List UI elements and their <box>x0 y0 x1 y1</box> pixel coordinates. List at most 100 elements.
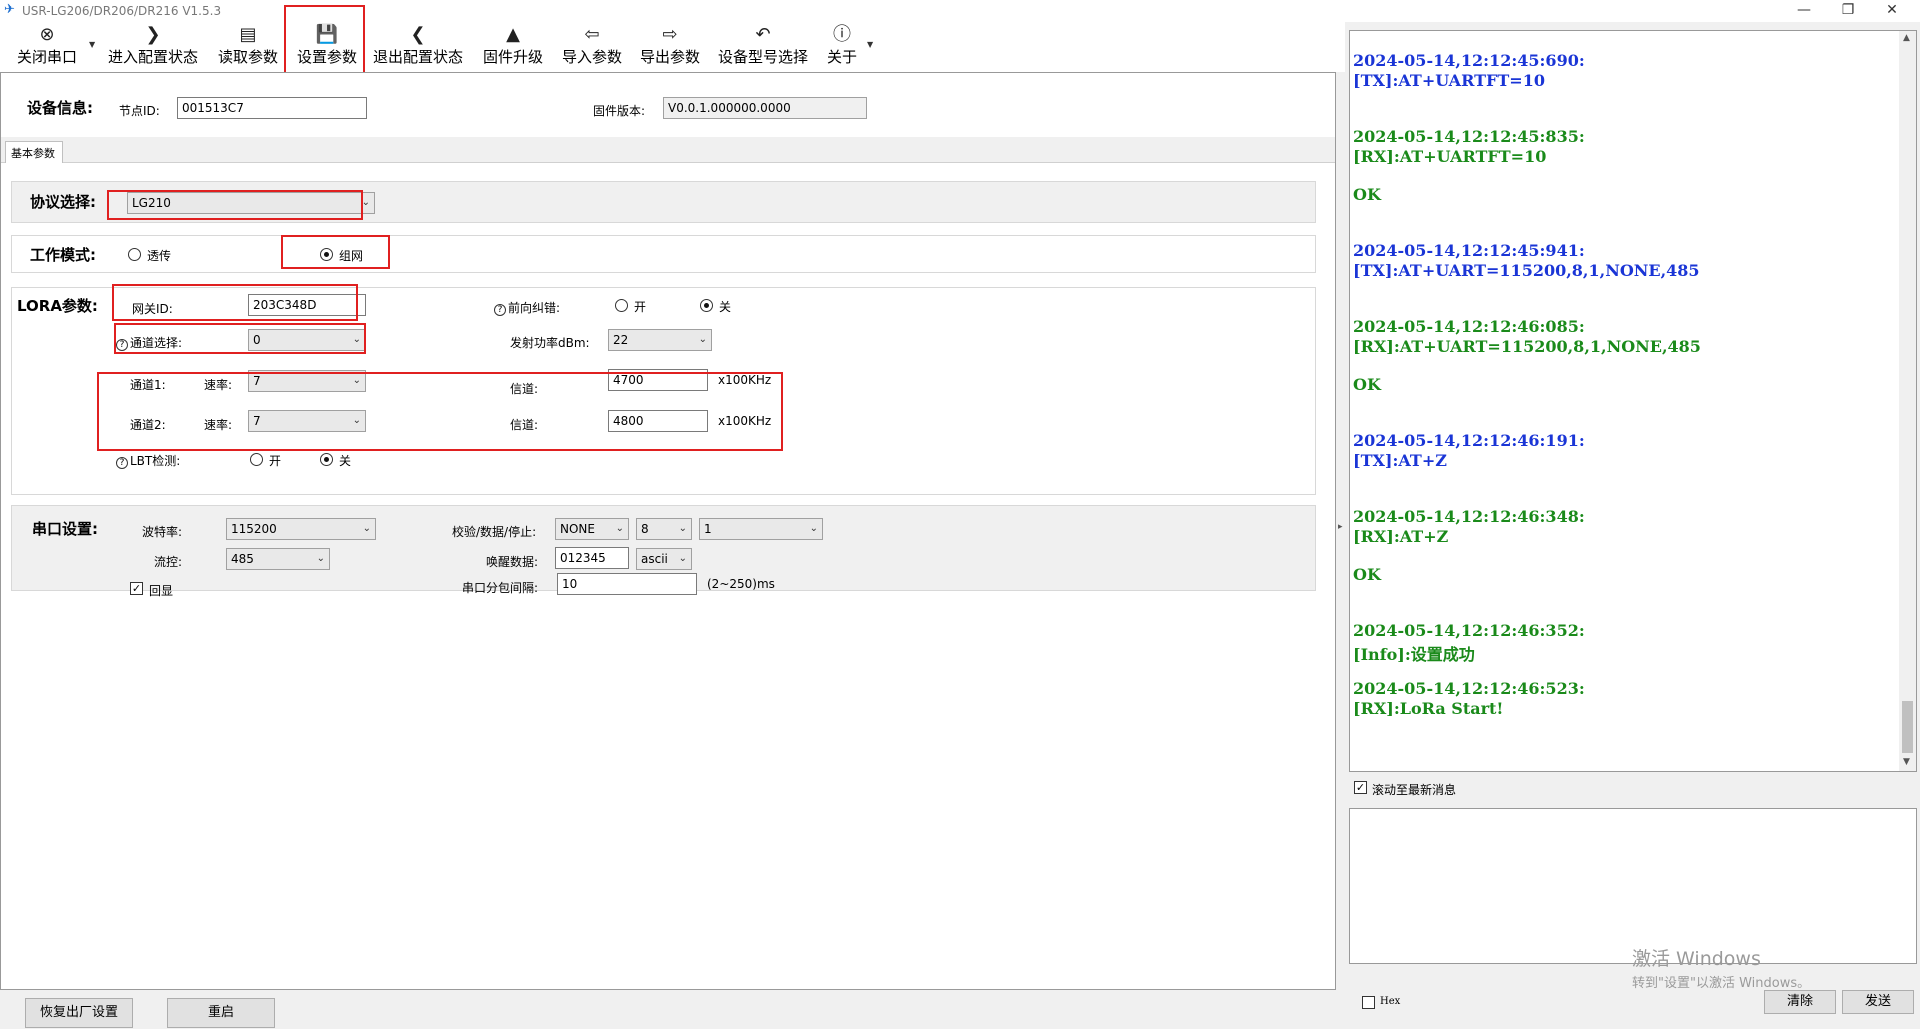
close-port-button[interactable]: ⊗ 关闭串口 <box>12 22 82 72</box>
exit-config-button[interactable]: ❮ 退出配置状态 <box>368 22 468 72</box>
serial-header: 串口设置: <box>32 520 98 538</box>
scroll-down-icon[interactable]: ▼ <box>1903 757 1910 767</box>
lbt-on-radio[interactable] <box>250 453 263 466</box>
close-button[interactable]: ✕ <box>1870 0 1914 22</box>
scroll-thumb[interactable] <box>1902 701 1913 753</box>
autoscroll-checkbox[interactable]: ✓ <box>1354 781 1367 794</box>
info-icon: ⓘ <box>833 24 851 45</box>
parity-select[interactable]: NONE ⌄ <box>555 518 629 540</box>
log-panel[interactable]: 2024-05-14,12:12:45:690: [TX]:AT+UARTFT=1… <box>1349 30 1917 772</box>
minimize-button[interactable]: — <box>1782 0 1826 22</box>
chevron-right-icon: ❯ <box>145 24 161 45</box>
log-line: [TX]:AT+Z <box>1353 451 1447 470</box>
wake-format-select[interactable]: ascii ⌄ <box>636 548 692 570</box>
log-line: [TX]:AT+UARTFT=10 <box>1353 71 1545 90</box>
device-model-button[interactable]: ↶ 设备型号选择 <box>713 22 813 72</box>
hex-label: Hex <box>1380 996 1401 1007</box>
stop-bits-select[interactable]: 1 ⌄ <box>699 518 823 540</box>
hex-checkbox[interactable] <box>1362 996 1375 1009</box>
restore-button[interactable]: ❐ <box>1826 0 1870 22</box>
log-line: OK <box>1353 375 1381 394</box>
rocket-icon: ▲ <box>506 24 520 45</box>
activation-watermark-text: 转到"设置"以激活 Windows。 <box>1632 976 1811 991</box>
splitter-arrow-icon: ▸ <box>1338 522 1343 532</box>
log-line: 2024-05-14,12:12:46:352: <box>1353 621 1585 640</box>
firmware-upgrade-button[interactable]: ▲ 固件升级 <box>478 22 548 72</box>
log-line: 2024-05-14,12:12:45:835: <box>1353 127 1585 146</box>
log-line: [RX]:AT+UART=115200,8,1,NONE,485 <box>1353 337 1701 356</box>
log-line: 2024-05-14,12:12:46:191: <box>1353 431 1585 450</box>
fec-on-radio[interactable] <box>615 299 628 312</box>
log-line: 2024-05-14,12:12:46:085: <box>1353 317 1585 336</box>
packet-interval-label: 串口分包间隔: <box>462 581 539 595</box>
packet-range-label: (2~250)ms <box>707 577 775 591</box>
node-id-label: 节点ID: <box>119 104 160 118</box>
document-search-icon: ▤ <box>239 24 257 45</box>
work-mode-group: 工作模式: 透传 组网 <box>11 235 1316 273</box>
fw-version-label: 固件版本: <box>593 104 646 118</box>
toolbar: ⊗ 关闭串口 ▼ ❯ 进入配置状态 ▤ 读取参数 💾 设置参数 ❮ 退出配置状态… <box>0 22 1345 72</box>
help-icon[interactable]: ? <box>116 457 128 469</box>
splitter[interactable]: ▸ <box>1336 72 1348 990</box>
tab-basic-params[interactable]: 基本参数 <box>5 141 63 163</box>
log-line: 2024-05-14,12:12:45:690: <box>1353 51 1585 70</box>
chevron-down-icon: ⌄ <box>678 523 687 534</box>
activation-watermark-title: 激活 Windows <box>1632 948 1761 970</box>
fec-label: ? 前向纠错: <box>494 299 560 316</box>
data-bits-select[interactable]: 8 ⌄ <box>636 518 692 540</box>
fec-off-label: 关 <box>719 300 732 314</box>
window-title: USR-LG206/DR206/DR216 V1.5.3 <box>22 4 222 18</box>
fec-off-radio[interactable] <box>700 299 713 312</box>
lbt-off-radio[interactable] <box>320 453 333 466</box>
chevron-down-icon[interactable]: ▼ <box>89 40 95 49</box>
device-info-header: 设备信息: <box>27 99 93 117</box>
read-params-button[interactable]: ▤ 读取参数 <box>213 22 283 72</box>
flow-select[interactable]: 485 ⌄ <box>226 548 330 570</box>
mode-passthrough-radio[interactable] <box>128 248 141 261</box>
send-input[interactable] <box>1349 808 1917 964</box>
wake-data-field[interactable]: 012345 <box>555 547 629 569</box>
send-button[interactable]: 发送 <box>1842 990 1914 1014</box>
chevron-down-icon: ⌄ <box>809 523 818 534</box>
factory-reset-button[interactable]: 恢复出厂设置 <box>25 998 133 1028</box>
log-line: 2024-05-14,12:12:45:941: <box>1353 241 1585 260</box>
fw-version-field: V0.0.1.000000.0000 <box>663 97 867 119</box>
log-line: 2024-05-14,12:12:46:523: <box>1353 679 1585 698</box>
tab-strip <box>1 137 1335 163</box>
enter-config-button[interactable]: ❯ 进入配置状态 <box>103 22 203 72</box>
restart-button[interactable]: 重启 <box>167 998 275 1028</box>
close-circle-icon: ⊗ <box>39 24 55 45</box>
echo-checkbox[interactable]: ✓ <box>130 582 143 595</box>
about-button[interactable]: ⓘ 关于 <box>822 22 862 72</box>
node-id-field[interactable]: 001513C7 <box>177 97 367 119</box>
mode-passthrough-label: 透传 <box>147 249 172 263</box>
tx-power-select[interactable]: 22 ⌄ <box>608 329 712 351</box>
lora-header: LORA参数: <box>17 297 98 315</box>
flow-label: 流控: <box>154 555 183 569</box>
echo-label: 回显 <box>149 584 174 598</box>
app-icon: ✈ <box>4 2 15 17</box>
lbt-off-label: 关 <box>339 454 352 468</box>
highlight-box <box>112 284 358 321</box>
log-line: 2024-05-14,12:12:46:348: <box>1353 507 1585 526</box>
export-params-button[interactable]: ⇨ 导出参数 <box>635 22 705 72</box>
log-line: [TX]:AT+UART=115200,8,1,NONE,485 <box>1353 261 1700 280</box>
lbt-label: ? LBT检测: <box>116 452 180 469</box>
clear-button[interactable]: 清除 <box>1764 990 1836 1014</box>
chevron-down-icon: ⌄ <box>316 553 325 564</box>
baud-select[interactable]: 115200 ⌄ <box>226 518 376 540</box>
chevron-down-icon[interactable]: ▼ <box>867 40 873 49</box>
log-scrollbar[interactable]: ▲ ▼ <box>1899 31 1916 771</box>
autoscroll-label: 滚动至最新消息 <box>1372 783 1457 797</box>
lbt-on-label: 开 <box>269 454 282 468</box>
import-params-button[interactable]: ⇦ 导入参数 <box>557 22 627 72</box>
highlight-box <box>97 372 783 451</box>
help-icon[interactable]: ? <box>494 304 506 316</box>
packet-interval-field[interactable]: 10 <box>557 573 697 595</box>
scroll-up-icon[interactable]: ▲ <box>1903 33 1910 43</box>
chevron-down-icon: ⌄ <box>698 334 707 345</box>
protocol-header: 协议选择: <box>30 193 96 211</box>
work-mode-header: 工作模式: <box>30 246 96 264</box>
undo-arrow-icon: ↶ <box>755 24 771 45</box>
log-line: [RX]:AT+UARTFT=10 <box>1353 147 1547 166</box>
